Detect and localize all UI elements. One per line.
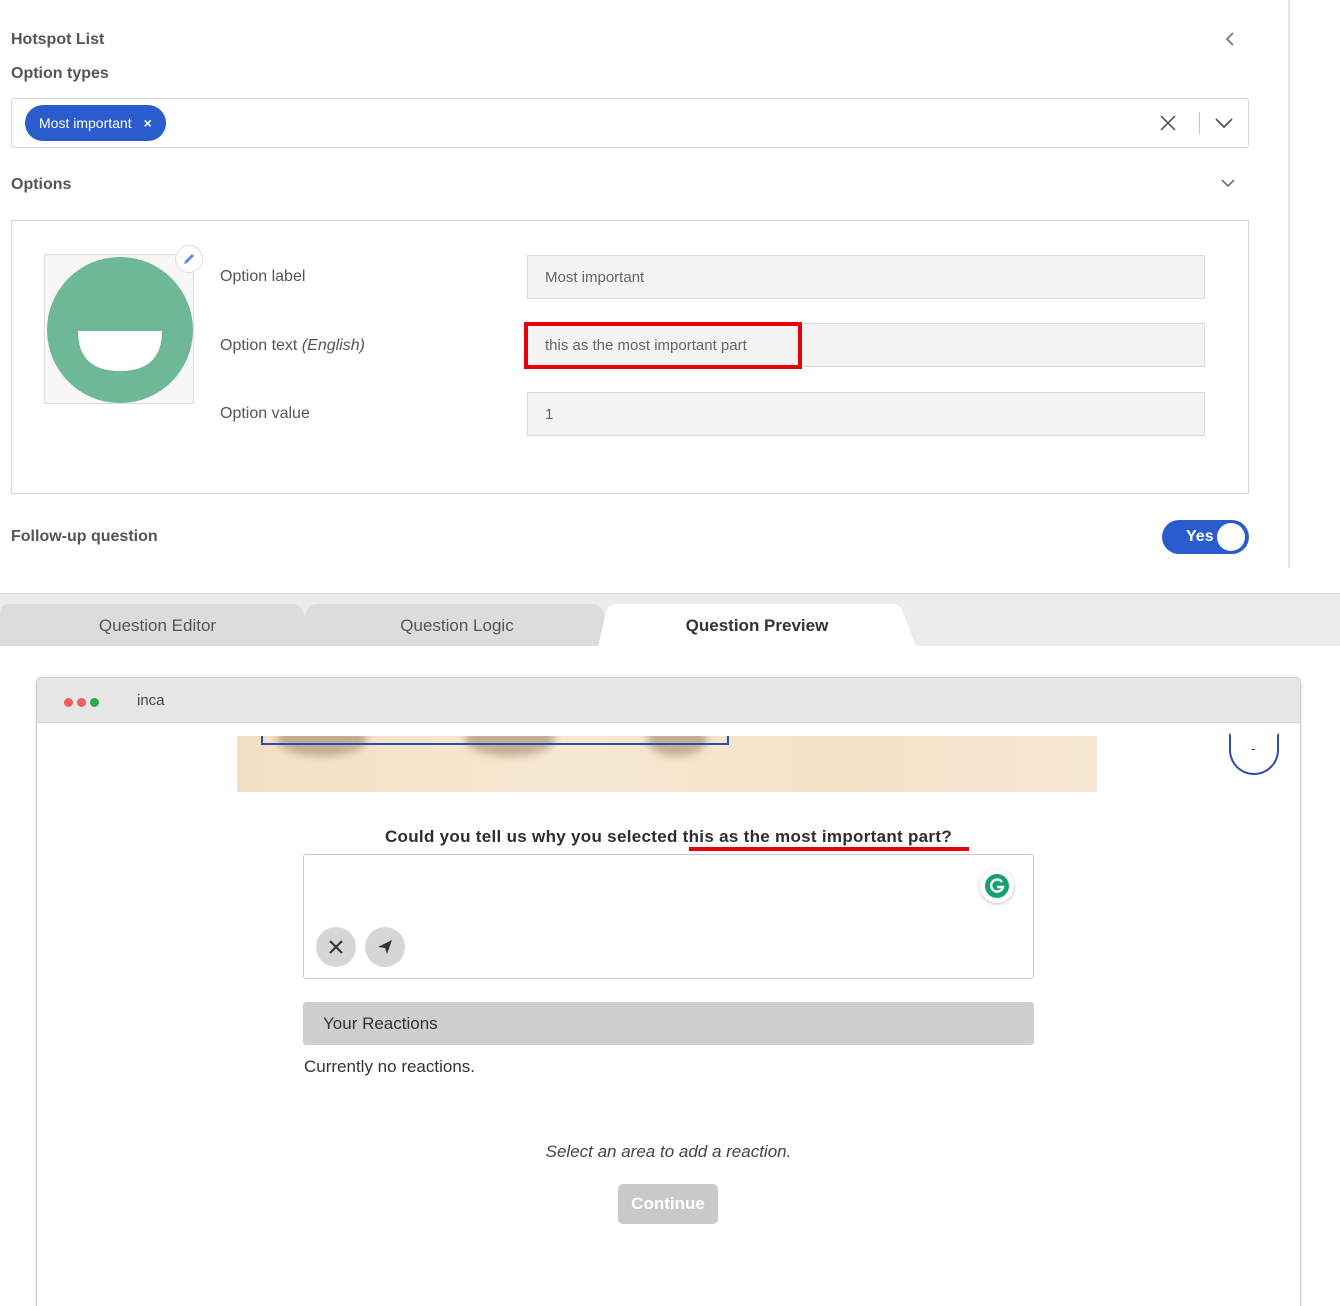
smiley-face-icon [47,257,193,403]
clear-selection-icon[interactable] [1157,112,1179,134]
chevron-down-icon[interactable] [1212,112,1236,134]
send-answer-button[interactable] [365,927,405,967]
your-reactions-header[interactable]: Your Reactions [303,1002,1034,1045]
toggle-knob [1217,523,1245,551]
option-value-field[interactable]: 1 [527,392,1205,436]
option-text-highlight [524,322,802,369]
selected-option-chip: Most important × [25,105,166,141]
maximize-dot [90,698,99,707]
options-collapse-icon[interactable] [1218,173,1238,193]
edit-image-button[interactable] [175,245,203,273]
selected-area-frame [261,736,729,745]
followup-question-label: Follow-up question [11,528,158,545]
preview-window: inca - Could you tell us why you selecte… [36,677,1301,1306]
select-separator [1199,112,1200,134]
hotspot-list-title: Hotspot List [11,31,105,48]
question-highlight-underline [689,847,969,851]
no-reactions-text: Currently no reactions. [304,1057,476,1076]
option-value-caption: Option value [220,405,310,422]
select-area-hint: Select an area to add a reaction. [545,1142,792,1161]
send-icon [378,940,392,954]
close-dot [64,698,73,707]
toggle-label: Yes [1186,528,1214,545]
timer-text: - [1251,740,1256,756]
grammarly-g-icon [985,874,1009,898]
tab-label: Question Logic [400,615,514,635]
tab-label: Question Preview [685,615,829,635]
chip-remove-icon[interactable]: × [144,115,152,131]
options-label: Options [11,176,72,193]
chevron-left-icon[interactable] [1220,29,1240,49]
followup-question-text: Could you tell us why you selected this … [384,827,952,846]
continue-button[interactable]: Continue [618,1184,718,1224]
editor-tab-bar: Question Editor Question Logic Question … [0,593,1340,647]
pencil-icon [184,254,194,264]
tab-question-preview[interactable]: Question Preview [598,604,916,647]
option-label-field[interactable]: Most important [527,255,1205,299]
answer-textarea[interactable] [303,854,1034,979]
option-types-label: Option types [11,65,109,82]
cancel-answer-button[interactable] [316,927,356,967]
window-title-bar: inca [37,678,1300,723]
option-types-select[interactable]: Most important × [11,98,1249,148]
tab-question-editor[interactable]: Question Editor [0,604,315,647]
hotspot-editor-panel: Hotspot List Option types Most important… [0,0,1290,568]
minimize-dot [77,698,86,707]
followup-toggle[interactable]: Yes [1162,520,1249,554]
hotspot-image[interactable] [237,736,1097,792]
option-image[interactable] [44,254,194,404]
close-icon [329,940,343,954]
option-label-caption: Option label [220,268,306,285]
chip-label: Most important [39,115,132,131]
window-title: inca [137,692,165,709]
option-text-language: (English) [301,337,365,354]
option-text-caption-text: Option text [220,337,298,354]
option-text-caption: Option text (English) [220,337,365,355]
tab-question-logic[interactable]: Question Logic [298,604,616,647]
tab-label: Question Editor [98,615,217,635]
grammarly-icon[interactable] [980,869,1014,903]
